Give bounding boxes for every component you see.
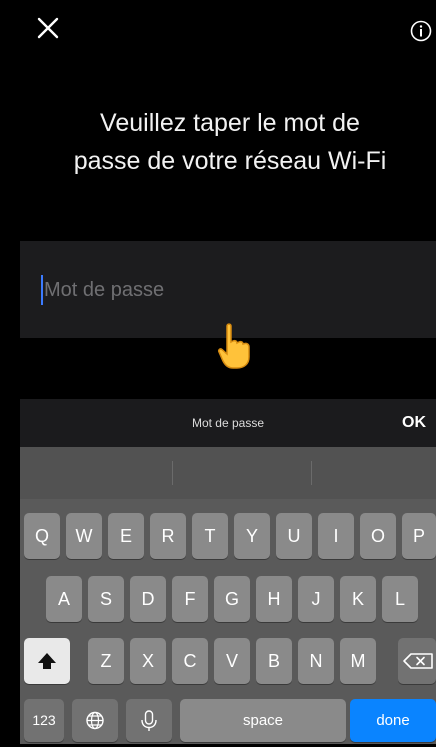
key-f[interactable]: F — [172, 576, 208, 622]
key-u[interactable]: U — [276, 513, 312, 559]
key-h[interactable]: H — [256, 576, 292, 622]
key-p[interactable]: P — [402, 513, 436, 559]
key-t[interactable]: T — [192, 513, 228, 559]
password-input-placeholder[interactable]: Mot de passe — [44, 275, 164, 305]
accessory-label: Mot de passe — [191, 416, 265, 430]
globe-key[interactable] — [72, 699, 118, 742]
key-d[interactable]: D — [130, 576, 166, 622]
key-v[interactable]: V — [214, 638, 250, 684]
key-m[interactable]: M — [340, 638, 376, 684]
key-e[interactable]: E — [108, 513, 144, 559]
key-l[interactable]: L — [382, 576, 418, 622]
key-y[interactable]: Y — [234, 513, 270, 559]
shift-icon — [38, 653, 56, 669]
space-key[interactable]: space — [180, 699, 346, 742]
title-line-2: passe de votre réseau Wi-Fi — [73, 147, 387, 175]
key-g[interactable]: G — [214, 576, 250, 622]
key-b[interactable]: B — [256, 638, 292, 684]
suggestion-divider — [311, 461, 312, 485]
key-a[interactable]: A — [46, 576, 82, 622]
globe-icon — [86, 711, 104, 730]
ok-button[interactable]: OK — [402, 414, 426, 432]
key-i[interactable]: I — [318, 513, 354, 559]
shift-key[interactable] — [24, 638, 70, 684]
delete-key[interactable] — [398, 638, 436, 684]
key-o[interactable]: O — [360, 513, 396, 559]
microphone-icon — [141, 710, 157, 731]
suggestion-bar — [20, 447, 436, 499]
done-key[interactable]: done — [350, 699, 436, 742]
key-k[interactable]: K — [340, 576, 376, 622]
title-line-1: Veuillez taper le mot de — [100, 109, 360, 137]
key-q[interactable]: Q — [24, 513, 60, 559]
delete-icon — [403, 653, 433, 669]
key-r[interactable]: R — [150, 513, 186, 559]
info-icon — [410, 20, 432, 42]
text-caret — [41, 275, 43, 305]
microphone-key[interactable] — [126, 699, 172, 742]
suggestion-divider — [172, 461, 173, 485]
info-button[interactable] — [410, 20, 432, 42]
key-j[interactable]: J — [298, 576, 334, 622]
key-w[interactable]: W — [66, 513, 102, 559]
key-c[interactable]: C — [172, 638, 208, 684]
key-x[interactable]: X — [130, 638, 166, 684]
key-n[interactable]: N — [298, 638, 334, 684]
pointing-hand-icon — [217, 322, 253, 370]
close-button[interactable] — [36, 16, 60, 40]
key-s[interactable]: S — [88, 576, 124, 622]
numbers-key[interactable]: 123 — [24, 699, 64, 742]
close-icon — [37, 17, 59, 39]
page-title: Veuillez taper le mot de passe de votre … — [30, 104, 430, 180]
key-z[interactable]: Z — [88, 638, 124, 684]
